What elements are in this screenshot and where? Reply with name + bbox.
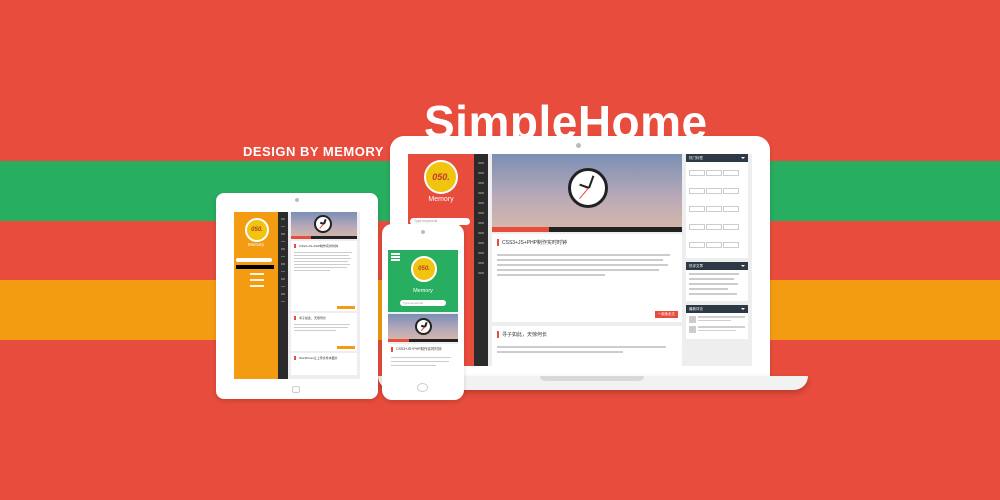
tablet-sidebar: 050. Memory [234, 212, 278, 379]
phone-mockup: 050. Memory Type keywords CSS3+JS+PHP制作实… [382, 224, 464, 400]
tag-cloud[interactable] [686, 162, 748, 258]
widget-title: 最新评论 [686, 305, 748, 313]
post-card[interactable]: 寻子如此，天惊何长 [492, 326, 682, 366]
clock-icon [568, 168, 608, 208]
widget-title: 热门标签 [686, 154, 748, 162]
read-more-button[interactable]: + 阅读全文 [654, 311, 678, 318]
post-excerpt [497, 346, 677, 353]
tablet-screen: 050. Memory CSS3+JS+PHP制作实时时钟 寻子如此，天惊何长 … [234, 212, 360, 379]
video-progress-bar[interactable] [492, 227, 682, 232]
tablet-nav-strip [278, 212, 288, 379]
video-progress-bar[interactable] [291, 236, 357, 239]
tablet-mockup: 050. Memory CSS3+JS+PHP制作实时时钟 寻子如此，天惊何长 … [216, 193, 378, 399]
site-name: Memory [413, 288, 433, 294]
hero-banner: SimpleHome DESIGN BY MEMORY 050. Memory … [0, 0, 1000, 500]
post-title[interactable]: CSS3+JS+PHP制作实时时钟 [497, 239, 677, 246]
widget-title: 热评文章 [686, 262, 748, 270]
post-title[interactable]: WordPress让上传文件夹图片 [294, 356, 354, 360]
widget-tags: 热门标签 [686, 154, 748, 258]
camera-icon [576, 143, 581, 148]
home-button[interactable] [292, 386, 300, 393]
phone-header: 050. Memory Type keywords [388, 250, 458, 312]
post-excerpt [294, 252, 354, 271]
video-player[interactable] [492, 154, 682, 232]
read-more-button[interactable] [337, 306, 355, 309]
post-card[interactable]: WordPress让上传文件夹图片 [291, 353, 357, 375]
widget-comments: 最新评论 [686, 305, 748, 339]
post-excerpt [497, 254, 677, 276]
tablet-content: CSS3+JS+PHP制作实时时钟 寻子如此，天惊何长 WordPress让上传… [291, 212, 357, 375]
post-title[interactable]: CSS3+JS+PHP制作实时时钟 [391, 347, 455, 352]
post-excerpt [294, 324, 354, 331]
camera-icon [295, 198, 299, 202]
search-input[interactable]: Type keywords [400, 300, 446, 306]
read-more-button[interactable] [337, 346, 355, 349]
post-card[interactable]: 寻子如此，天惊何长 [291, 313, 357, 351]
video-progress-bar[interactable] [388, 339, 458, 342]
post-title[interactable]: 寻子如此，天惊何长 [497, 331, 677, 338]
search-input[interactable] [236, 258, 272, 262]
site-logo[interactable]: 050. [424, 160, 458, 194]
hero-byline: DESIGN BY MEMORY [243, 144, 384, 159]
site-name: Memory [428, 196, 454, 203]
post-card[interactable]: CSS3+JS+PHP制作实时时钟 [388, 344, 458, 376]
laptop-content: CSS3+JS+PHP制作实时时钟 + 阅读全文 寻子如此，天惊何长 [492, 154, 682, 366]
post-card[interactable]: CSS3+JS+PHP制作实时时钟 [291, 241, 357, 311]
video-player[interactable] [388, 314, 458, 342]
home-button[interactable] [417, 383, 428, 392]
site-logo[interactable]: 050. [411, 256, 437, 282]
site-logo[interactable]: 050. [245, 218, 269, 242]
site-name: Memory [247, 242, 265, 247]
nav-item[interactable] [250, 279, 264, 281]
post-title[interactable]: 寻子如此，天惊何长 [294, 316, 354, 320]
nav-active-item[interactable] [236, 265, 274, 269]
clock-icon [415, 318, 432, 335]
nav-item[interactable] [250, 285, 264, 287]
laptop-widgets: 热门标签 热评文章 最新评论 [686, 154, 748, 366]
camera-icon [421, 230, 425, 234]
menu-icon[interactable] [391, 253, 400, 261]
comment-list[interactable] [686, 313, 748, 339]
widget-hot-posts: 热评文章 [686, 262, 748, 301]
video-player[interactable] [291, 212, 357, 239]
post-card[interactable]: CSS3+JS+PHP制作实时时钟 + 阅读全文 [492, 234, 682, 322]
nav-item[interactable] [250, 273, 264, 275]
hot-post-list[interactable] [686, 270, 748, 301]
post-excerpt [391, 357, 455, 366]
phone-screen: 050. Memory Type keywords CSS3+JS+PHP制作实… [388, 250, 458, 376]
post-title[interactable]: CSS3+JS+PHP制作实时时钟 [294, 244, 354, 248]
laptop-nav-strip [474, 154, 488, 366]
clock-icon [314, 215, 332, 233]
